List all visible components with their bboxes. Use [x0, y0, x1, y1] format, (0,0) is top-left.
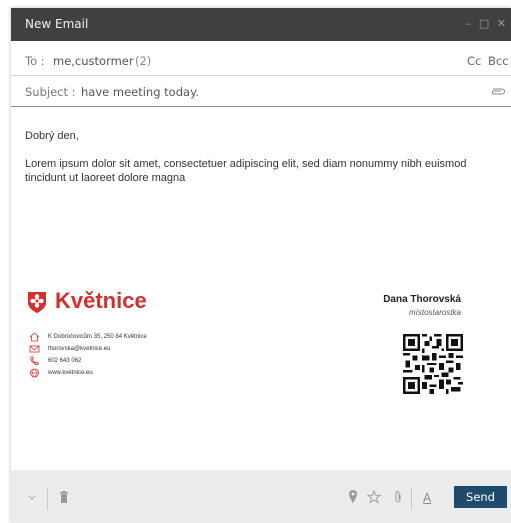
font-format-button[interactable]: A: [423, 491, 431, 505]
trash-icon[interactable]: [59, 491, 69, 503]
cc-button[interactable]: Cc: [467, 54, 481, 68]
to-input[interactable]: me,custormer: [53, 54, 134, 68]
send-button[interactable]: Send: [454, 486, 507, 508]
mail-icon: [29, 345, 40, 353]
email-compose-window: New Email – □ ✕ To : me,custormer (2) Cc…: [11, 8, 511, 523]
email-text[interactable]: thorovska@kvetnice.eu: [48, 346, 110, 352]
brand-name: Květnice: [55, 288, 147, 313]
chevron-down-icon[interactable]: [27, 494, 37, 502]
minimize-icon[interactable]: –: [466, 17, 473, 30]
to-field-row[interactable]: To : me,custormer (2) Cc Bcc: [11, 45, 511, 76]
toolbar-divider: [411, 488, 412, 510]
to-label: To :: [25, 54, 45, 68]
toolbar-divider: [47, 488, 48, 510]
attach-icon[interactable]: [392, 490, 404, 504]
globe-icon: [30, 368, 39, 378]
phone-text: 602 643 062: [48, 358, 82, 364]
signature-name: Dana Thorovská: [383, 294, 461, 305]
message-greeting[interactable]: Dobrý den,: [25, 130, 79, 142]
flower-shield-icon: [28, 292, 46, 313]
signature-role: místostarostka: [408, 308, 461, 317]
phone-icon: [30, 356, 40, 366]
recipient-count: (2): [135, 54, 152, 68]
close-icon[interactable]: ✕: [497, 17, 507, 30]
title-bar: New Email – □ ✕: [11, 8, 511, 41]
maximize-icon[interactable]: □: [479, 17, 490, 30]
paperclip-icon[interactable]: [490, 85, 506, 97]
compose-toolbar: A Send: [11, 470, 511, 523]
window-title: New Email: [25, 17, 89, 31]
star-icon[interactable]: [367, 490, 381, 504]
home-icon: [29, 332, 40, 342]
qr-code-icon: [403, 334, 463, 394]
window-controls: – □ ✕: [464, 17, 507, 30]
message-paragraph[interactable]: Lorem ipsum dolor sit amet, consectetuer…: [25, 157, 475, 185]
subject-label: Subject :: [25, 85, 76, 99]
location-pin-icon[interactable]: [348, 490, 358, 503]
subject-field-row[interactable]: Subject : have meeting today.: [11, 76, 511, 107]
address-text: K Dobročovicům 35, 250 84 Květnice: [48, 334, 147, 340]
brand-logo: Květnice: [26, 288, 206, 318]
bcc-button[interactable]: Bcc: [488, 54, 509, 68]
subject-input[interactable]: have meeting today.: [81, 85, 199, 99]
web-text[interactable]: www.kvetnice.eu: [48, 370, 93, 376]
